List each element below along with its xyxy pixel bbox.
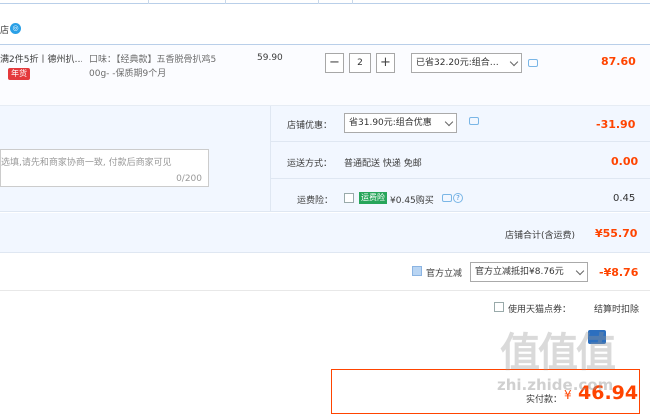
buyer-message-input[interactable]: 选填,请先和商家协商一致, 付款后商家可见 0/200	[0, 149, 209, 187]
decrease-qty-button[interactable]: −	[325, 53, 344, 73]
delivery-fee: 0.00	[611, 155, 639, 168]
store-name[interactable]: 店	[0, 23, 9, 36]
quantity-input[interactable]: 2	[349, 53, 371, 73]
insurance-tip-icon[interactable]	[442, 194, 452, 202]
shop-discount-select-value: 省31.90元:组合优惠	[349, 118, 432, 128]
official-discount-row: 官方立减 官方立减抵扣¥8.76元 -¥8.76	[0, 253, 650, 291]
panel-divider	[270, 141, 650, 142]
official-discount-checkbox[interactable]	[412, 266, 422, 276]
item-promo-select-value: 已省32.20元:组合…	[416, 58, 499, 68]
message-char-counter: 0/200	[176, 174, 202, 184]
help-icon[interactable]: ?	[453, 193, 463, 203]
insurance-tag: 运费险	[359, 192, 387, 204]
quantity-stepper: − 2 +	[325, 53, 395, 73]
wangwang-chat-icon[interactable]: ◎	[10, 23, 21, 34]
shop-total-amount: ¥55.70	[595, 227, 638, 240]
site-watermark-url: zhi.zhide.com	[497, 376, 614, 394]
insurance-buy-text: ¥0.45购买	[390, 196, 434, 206]
discount-tip-icon[interactable]	[469, 117, 479, 125]
site-watermark-logo: 值值值	[500, 330, 616, 376]
chevron-down-icon	[444, 117, 454, 127]
header-divider	[225, 0, 226, 4]
message-placeholder: 选填,请先和商家协商一致, 付款后商家可见	[1, 158, 172, 168]
table-header-strip	[0, 0, 650, 4]
chevron-down-icon	[509, 57, 519, 67]
shop-row: 店 ◎	[0, 18, 650, 44]
item-subtotal: 87.60	[601, 55, 636, 68]
points-label: 使用天猫点券：	[508, 305, 572, 315]
points-checkbox[interactable]	[494, 302, 504, 312]
unit-price: 59.90	[257, 53, 283, 63]
order-item: 满2件5折丨德州扒… 年货 口味：【经典款】五香脱骨扒鸡5 00g- -保质期9…	[0, 44, 650, 106]
official-discount-select-value: 官方立减抵扣¥8.76元	[475, 267, 564, 277]
official-discount-select[interactable]: 官方立减抵扣¥8.76元	[470, 262, 588, 282]
shop-discount-label: 店铺优惠：	[287, 121, 333, 131]
points-note: 结算时扣除	[594, 305, 640, 315]
header-divider	[318, 0, 319, 4]
shop-discount-select[interactable]: 省31.90元:组合优惠	[344, 113, 457, 133]
insurance-checkbox[interactable]	[344, 193, 354, 203]
shop-total-row: 店铺合计(含运费) ¥55.70	[0, 213, 650, 253]
shop-discount-amount: -31.90	[596, 118, 636, 131]
header-divider	[148, 0, 149, 4]
increase-qty-button[interactable]: +	[376, 53, 395, 73]
new-year-badge: 年货	[8, 68, 30, 80]
insurance-fee: 0.45	[613, 193, 636, 204]
insurance-label: 运费险：	[297, 196, 334, 206]
official-discount-amount: -¥8.76	[599, 266, 639, 279]
item-title[interactable]: 满2件5折丨德州扒…	[0, 53, 82, 67]
delivery-method: 普通配送 快递 免邮	[344, 159, 422, 169]
panel-divider	[270, 178, 650, 179]
promo-tip-icon[interactable]	[528, 59, 538, 67]
shop-total-label: 店铺合计(含运费)	[505, 231, 576, 241]
header-divider	[352, 0, 353, 4]
item-promo-select[interactable]: 已省32.20元:组合…	[411, 53, 522, 73]
item-spec-line: 00g- -保质期9个月	[89, 69, 167, 79]
item-spec-line: 口味：【经典款】五香脱骨扒鸡5	[89, 55, 217, 65]
chevron-down-icon	[575, 266, 585, 276]
delivery-label: 运送方式：	[287, 159, 333, 169]
shop-options-panel: 店铺优惠： 省31.90元:组合优惠 -31.90 选填,请先和商家协商一致, …	[0, 106, 650, 212]
panel-divider	[270, 106, 271, 212]
official-discount-label: 官方立减	[426, 269, 463, 279]
item-spec: 口味：【经典款】五香脱骨扒鸡5 00g- -保质期9个月	[89, 53, 225, 81]
